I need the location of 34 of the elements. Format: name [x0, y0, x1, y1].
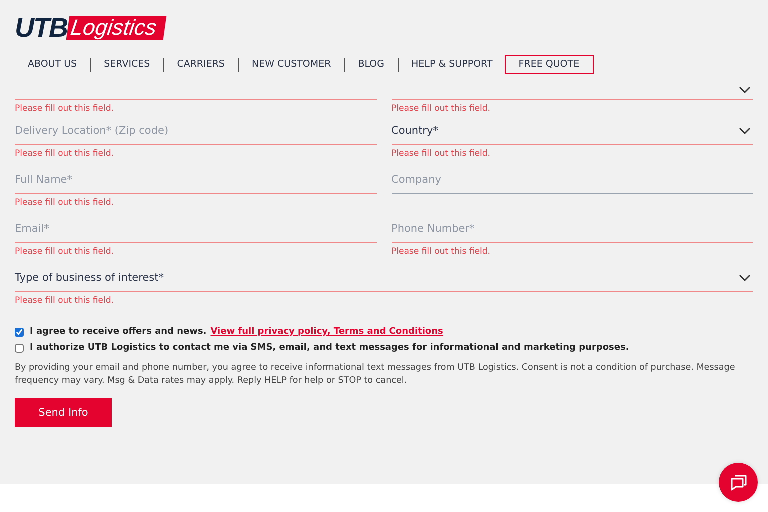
checkbox[interactable]	[15, 328, 24, 336]
select-field[interactable]: Country*	[392, 117, 753, 145]
checkbox[interactable]	[15, 344, 24, 352]
send-info-button[interactable]: Send Info	[15, 398, 112, 427]
chevron-down-icon	[739, 274, 751, 282]
consent-label: I agree to receive offers and news.	[30, 327, 207, 337]
nav-link[interactable]: HELP & SUPPORT	[412, 56, 493, 73]
error-message: Please fill out this field.	[15, 149, 115, 159]
input-field[interactable]: Company	[392, 166, 753, 194]
input-field[interactable]: Phone Number*	[392, 215, 753, 243]
chat-button[interactable]	[719, 463, 758, 502]
input-field[interactable]: Full Name*	[15, 166, 376, 194]
error-message: Please fill out this field.	[15, 198, 115, 208]
nav-link[interactable]: CARRIERS	[177, 56, 225, 73]
nav-link[interactable]: NEW CUSTOMER	[252, 56, 332, 73]
nav-link[interactable]: SERVICES	[104, 56, 150, 73]
error-message: Please fill out this field.	[392, 104, 492, 114]
input-field[interactable]: Email*	[15, 215, 376, 243]
select-field[interactable]: Type of business of interest*	[15, 264, 753, 292]
error-message: Please fill out this field.	[392, 247, 492, 257]
error-message: Please fill out this field.	[392, 149, 492, 159]
error-message: Please fill out this field.	[15, 296, 115, 306]
consent-label: I authorize UTB Logistics to contact me via SMS, email, and text messages for informational and marketing purposes.	[30, 343, 630, 353]
logo-mark[interactable]: UTB	[15, 14, 68, 42]
error-message: Please fill out this field.	[15, 247, 115, 257]
input-field[interactable]: Delivery Location* (Zip code)	[15, 117, 376, 145]
chat-bubbles-icon	[728, 472, 748, 492]
nav-link[interactable]: BLOG	[358, 56, 385, 73]
chevron-down-icon	[739, 126, 751, 134]
chevron-down-icon	[739, 86, 751, 94]
privacy-policy-link[interactable]: View full privacy policy, Terms and Conditions	[210, 327, 444, 337]
error-message: Please fill out this field.	[15, 104, 115, 114]
disclaimer-text: By providing your email and phone number, you agree to receive informational text messages from UTB Logistics. Consent is not a condition of purchase. Message frequency may vary. Msg & Data rates may apply. Reply HELP for help or STOP to cancel.	[15, 362, 736, 388]
nav-link[interactable]: ABOUT US	[28, 56, 78, 73]
